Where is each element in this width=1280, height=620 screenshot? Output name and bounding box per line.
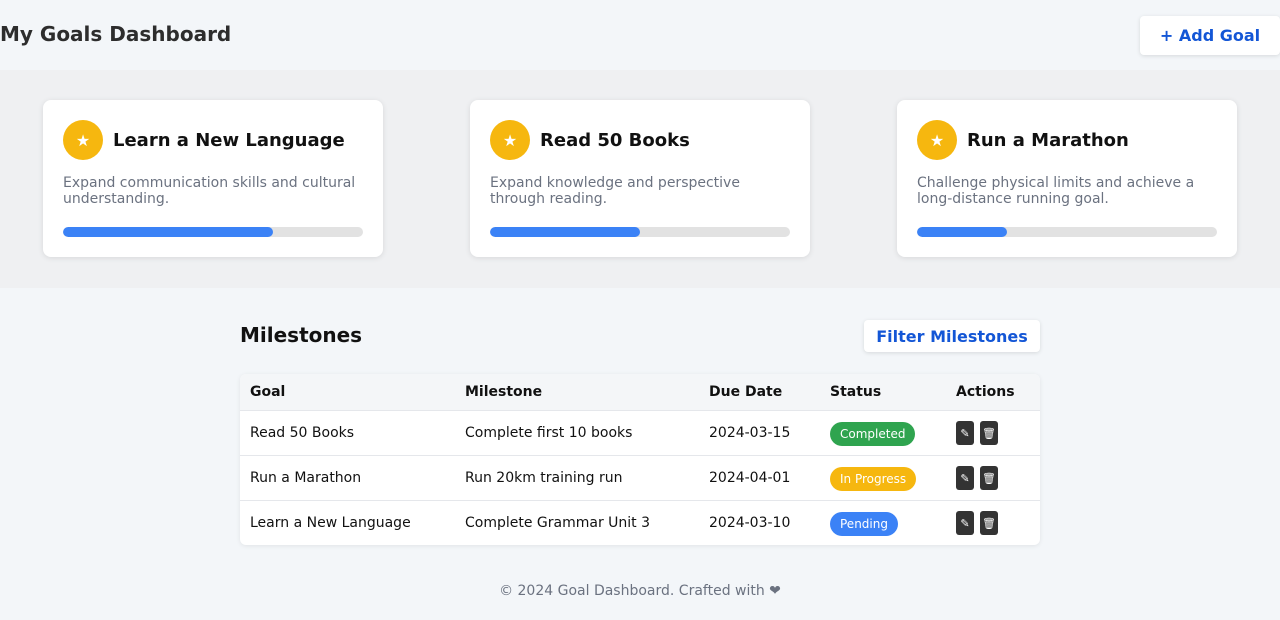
table-row: Read 50 Books Complete first 10 books 20…	[240, 410, 1040, 455]
goal-icon: ★	[917, 120, 957, 160]
milestones-title: Milestones	[240, 323, 363, 347]
cell-due-date: 2024-03-10	[709, 515, 791, 531]
cell-due-date: 2024-03-15	[709, 425, 791, 441]
goal-icon: ★	[63, 120, 103, 160]
goal-icon: ★	[490, 120, 530, 160]
filter-milestones-button[interactable]: Filter Milestones	[864, 320, 1040, 352]
table-row: Learn a New Language Complete Grammar Un…	[240, 500, 1040, 545]
column-header-actions: Actions	[956, 384, 1015, 400]
goal-description: Expand communication skills and cultural…	[63, 175, 356, 207]
cell-milestone: Complete first 10 books	[465, 425, 633, 441]
add-goal-button[interactable]: + Add Goal	[1140, 16, 1280, 55]
delete-icon[interactable]: 🗑	[980, 466, 998, 490]
goal-title: Learn a New Language	[113, 130, 345, 151]
goal-progress-fill	[490, 227, 640, 237]
cell-milestone: Run 20km training run	[465, 470, 623, 486]
cell-due-date: 2024-04-01	[709, 470, 791, 486]
table-header: Goal Milestone Due Date Status Actions	[240, 374, 1040, 410]
goal-card-marathon[interactable]: ★ Run a Marathon Challenge physical limi…	[897, 100, 1237, 257]
column-header-status: Status	[830, 384, 882, 400]
goals-section: ★ Learn a New Language Expand communicat…	[0, 70, 1280, 288]
cell-goal: Read 50 Books	[250, 425, 355, 441]
column-header-milestone: Milestone	[465, 384, 543, 400]
goal-progress-fill	[917, 227, 1007, 237]
goal-title: Run a Marathon	[967, 130, 1129, 151]
footer: © 2024 Goal Dashboard. Crafted with ❤	[499, 583, 781, 599]
cell-goal: Run a Marathon	[250, 470, 362, 486]
column-header-goal: Goal	[250, 384, 286, 400]
goal-card-language[interactable]: ★ Learn a New Language Expand communicat…	[43, 100, 383, 257]
header: My Goals Dashboard + Add Goal	[0, 0, 1280, 70]
column-header-due-date: Due Date	[709, 384, 783, 400]
edit-icon[interactable]: ✎	[956, 511, 974, 535]
goal-description: Challenge physical limits and achieve a …	[917, 175, 1195, 207]
cell-milestone: Complete Grammar Unit 3	[465, 515, 651, 531]
status-badge: Pending	[830, 512, 898, 536]
goal-card-books[interactable]: ★ Read 50 Books Expand knowledge and per…	[470, 100, 810, 257]
delete-icon[interactable]: 🗑	[980, 511, 998, 535]
goal-progress-bar	[490, 227, 790, 237]
goal-progress-fill	[63, 227, 273, 237]
edit-icon[interactable]: ✎	[956, 466, 974, 490]
delete-icon[interactable]: 🗑	[980, 421, 998, 445]
edit-icon[interactable]: ✎	[956, 421, 974, 445]
table-row: Run a Marathon Run 20km training run 202…	[240, 455, 1040, 500]
milestones-table: Goal Milestone Due Date Status Actions R…	[240, 374, 1040, 545]
cell-goal: Learn a New Language	[250, 515, 411, 531]
status-badge: Completed	[830, 422, 916, 446]
goal-progress-bar	[917, 227, 1217, 237]
goal-title: Read 50 Books	[540, 130, 690, 151]
goal-progress-bar	[63, 227, 363, 237]
page-title: My Goals Dashboard	[0, 22, 232, 46]
goal-description: Expand knowledge and perspective through…	[490, 175, 740, 207]
status-badge: In Progress	[830, 467, 917, 491]
